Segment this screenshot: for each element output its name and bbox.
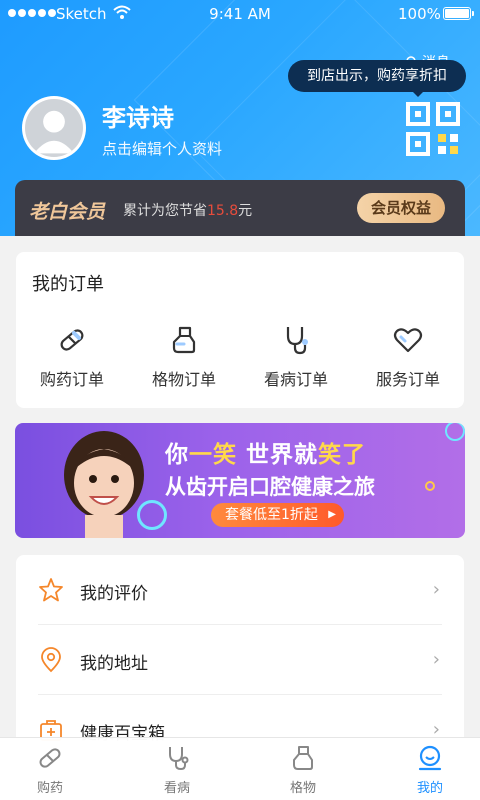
order-item-label: 看病订单 — [263, 370, 328, 389]
menu-item-address[interactable]: 我的地址 › — [16, 625, 464, 695]
banner-headline-part: 你 — [165, 442, 189, 468]
order-item-goods[interactable]: 格物订单 — [128, 324, 240, 390]
menu-item-label: 我的地址 — [80, 654, 148, 674]
vip-savings-unit: 元 — [238, 203, 253, 219]
qr-code-icon[interactable] — [406, 102, 460, 156]
vip-card[interactable]: 老白会员 累计为您节省15.8元 会员权益 — [15, 180, 465, 236]
tab-clinic[interactable]: 看病 — [137, 744, 217, 796]
banner-headline-part: 笑了 — [318, 442, 367, 468]
user-avatar-icon — [25, 99, 83, 157]
status-bar: Sketch 9:41 AM 100% — [0, 0, 480, 28]
vip-savings-amount: 15.8 — [207, 203, 239, 219]
tab-label: 购药 — [36, 781, 63, 796]
vip-savings: 累计为您节省15.8元 — [123, 200, 252, 220]
tab-bar: 购药 看病 格物 我的 — [0, 737, 480, 800]
tab-label: 格物 — [289, 781, 316, 796]
tab-label: 我的 — [416, 781, 443, 796]
order-item-service[interactable]: 服务订单 — [352, 324, 464, 390]
location-icon — [41, 647, 61, 673]
user-name[interactable]: 李诗诗 — [102, 98, 174, 133]
banner-headline-part: 一笑 — [189, 442, 237, 468]
profile-header: Sketch 9:41 AM 100% 消息 到店出示，购药享折扣 李诗诗 点击… — [0, 0, 480, 236]
banner-cta-button[interactable]: 套餐低至1折起 — [211, 503, 344, 527]
banner-headline-part: 世界就 — [237, 442, 319, 468]
battery-icon — [443, 7, 474, 20]
stethoscope-icon — [169, 747, 189, 771]
stethoscope-icon — [286, 327, 308, 355]
promo-banner[interactable]: 你一笑 世界就笑了 从齿开启口腔健康之旅 套餐低至1折起 — [15, 423, 465, 538]
battery-percent: 100% — [398, 5, 441, 23]
heart-icon — [393, 328, 423, 353]
tab-mine[interactable]: 我的 — [390, 744, 470, 796]
order-item-label: 格物订单 — [151, 370, 216, 389]
banner-decoration — [137, 500, 167, 530]
order-item-label: 购药订单 — [39, 370, 104, 389]
chevron-right-icon: › — [432, 579, 440, 600]
vip-savings-prefix: 累计为您节省 — [123, 203, 207, 219]
user-icon — [418, 745, 442, 771]
order-item-clinic[interactable]: 看病订单 — [240, 324, 352, 390]
banner-subheadline: 从齿开启口腔健康之旅 — [165, 475, 375, 499]
vip-title: 老白会员 — [29, 201, 106, 223]
banner-decoration — [425, 481, 435, 491]
menu-item-label: 我的评价 — [80, 584, 148, 604]
orders-title: 我的订单 — [32, 274, 104, 295]
menu-item-reviews[interactable]: 我的评价 › — [16, 555, 464, 625]
goods-icon — [172, 326, 196, 354]
avatar[interactable] — [22, 96, 86, 160]
orders-card: 我的订单 购药订单 格物订单 看病订单 服务订单 — [16, 252, 464, 408]
banner-decoration — [445, 423, 465, 441]
order-item-medicine[interactable]: 购药订单 — [16, 324, 128, 390]
chevron-right-icon: › — [432, 649, 440, 670]
vip-benefits-button[interactable]: 会员权益 — [357, 193, 445, 223]
banner-headline: 你一笑 世界就笑了 — [165, 435, 366, 469]
tab-medicine[interactable]: 购药 — [10, 744, 90, 796]
order-item-label: 服务订单 — [375, 370, 440, 389]
qr-tooltip: 到店出示，购药享折扣 — [288, 60, 466, 97]
star-icon — [39, 578, 63, 602]
pill-icon — [60, 329, 84, 351]
tab-label: 看病 — [163, 781, 190, 796]
goods-icon — [293, 746, 313, 770]
edit-profile-link[interactable]: 点击编辑个人资料 — [102, 138, 222, 159]
tab-goods[interactable]: 格物 — [263, 744, 343, 796]
pill-icon — [39, 748, 61, 768]
menu-list: 我的评价 › 我的地址 › 健康百宝箱 › — [16, 555, 464, 755]
